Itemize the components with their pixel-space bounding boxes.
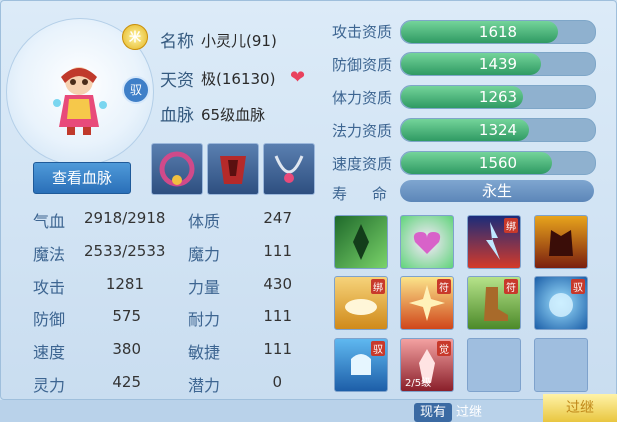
stat-defense-value: 575	[112, 307, 141, 325]
stat-defense-label: 防御	[33, 310, 66, 329]
bloodline-label: 血脉	[160, 106, 194, 126]
apt-stamina-value: 1263	[478, 88, 518, 106]
stat-speed-value: 380	[112, 340, 141, 358]
skill-slot-4[interactable]	[534, 215, 588, 269]
apt-defense-label: 防御资质	[332, 56, 393, 74]
bloodline-value: 65级血脉	[201, 106, 266, 124]
view-bloodline-button[interactable]: 查看血脉	[33, 162, 131, 194]
stat-agility-label: 敏捷	[188, 343, 221, 362]
apt-stamina-bar: 1263	[400, 85, 596, 109]
awaken-tag: 觉	[437, 341, 451, 356]
skill-level: 2/5级	[405, 378, 432, 389]
stat-attack-label: 攻击	[33, 278, 66, 297]
stat-mp-value: 2533/2533	[84, 242, 166, 260]
bind-tag: 绑	[371, 279, 385, 294]
skill-slot-3[interactable]: 绑	[467, 215, 521, 269]
ride-tag: 驭	[571, 279, 585, 294]
stat-spirit-label: 灵力	[33, 376, 66, 395]
life-label-2: 命	[372, 185, 388, 203]
ride-tag: 驭	[371, 341, 385, 356]
stat-strength-label: 力量	[188, 278, 221, 297]
apt-attack-bar: 1618	[400, 20, 596, 44]
skill-slot-9[interactable]: 驭	[334, 338, 388, 392]
warrior-skill-icon	[353, 224, 369, 260]
tab-current[interactable]: 现有	[414, 403, 452, 422]
equip-slot-collar[interactable]	[151, 143, 203, 195]
armor-icon	[220, 156, 246, 184]
equip-slot-armor[interactable]	[207, 143, 259, 195]
skill-slot-10[interactable]: 觉 2/5级	[400, 338, 454, 392]
stat-constitution-value: 247	[263, 209, 292, 227]
stat-potential-label: 潜力	[188, 376, 221, 395]
life-value: 永生	[400, 180, 594, 202]
pet-figure-icon	[53, 67, 107, 135]
stat-attack-value: 1281	[105, 275, 144, 293]
life-label-1: 寿	[332, 185, 348, 203]
stat-constitution-label: 体质	[188, 212, 221, 231]
skill-slot-6[interactable]: 符	[400, 276, 454, 330]
stat-hp-label: 气血	[33, 212, 66, 231]
stat-endurance-label: 耐力	[188, 310, 221, 329]
apt-attack-label: 攻击资质	[332, 23, 393, 41]
stat-speed-label: 速度	[33, 343, 66, 362]
apt-attack-value: 1618	[478, 23, 518, 41]
stat-magic-value: 111	[263, 242, 292, 260]
transfer-button[interactable]: 过继	[543, 394, 617, 422]
rune-tag: 符	[504, 279, 518, 294]
name-label: 名称	[160, 32, 194, 52]
skill-slot-7[interactable]: 符	[467, 276, 521, 330]
skill-slot-8[interactable]: 驭	[534, 276, 588, 330]
stat-strength-value: 430	[263, 275, 292, 293]
apt-magic-value: 1324	[478, 121, 518, 139]
skill-slot-1[interactable]	[334, 215, 388, 269]
rune-tag: 符	[437, 279, 451, 294]
aptitude-value: 极(16130)	[201, 70, 276, 88]
apt-defense-bar: 1439	[400, 52, 596, 76]
stat-hp-value: 2918/2918	[84, 209, 166, 227]
heart-icon[interactable]: ❤	[290, 67, 305, 88]
demon-skill-icon	[549, 230, 573, 256]
skill-slot-empty-2[interactable]	[534, 338, 588, 392]
apt-magic-label: 法力资质	[332, 122, 393, 140]
stat-mp-label: 魔法	[33, 245, 66, 264]
apt-speed-label: 速度资质	[332, 155, 393, 173]
stat-magic-label: 魔力	[188, 245, 221, 264]
name-value: 小灵儿(91)	[201, 32, 277, 50]
ride-badge-icon: 驭	[122, 76, 150, 104]
apt-defense-value: 1439	[478, 55, 518, 73]
skill-slot-2[interactable]	[400, 215, 454, 269]
collar-icon	[159, 151, 195, 187]
stat-potential-value: 0	[272, 373, 282, 391]
apt-speed-value: 1560	[478, 154, 518, 172]
skill-slot-5[interactable]: 绑	[334, 276, 388, 330]
skill-slot-empty-1[interactable]	[467, 338, 521, 392]
bottom-strip	[0, 400, 617, 422]
stat-spirit-value: 425	[112, 373, 141, 391]
apt-magic-bar: 1324	[400, 118, 596, 142]
necklace-icon	[274, 155, 304, 183]
heart-skill-icon	[413, 232, 441, 254]
aptitude-label: 天资	[160, 71, 194, 91]
apt-speed-bar: 1560	[400, 151, 596, 175]
bind-tag: 绑	[504, 218, 518, 233]
stat-endurance-value: 111	[263, 307, 292, 325]
apt-stamina-label: 体力资质	[332, 89, 393, 107]
tab-past[interactable]: 过继	[456, 403, 482, 422]
rank-medal-icon: 米	[122, 24, 148, 50]
stat-agility-value: 111	[263, 340, 292, 358]
equip-slot-necklace[interactable]	[263, 143, 315, 195]
